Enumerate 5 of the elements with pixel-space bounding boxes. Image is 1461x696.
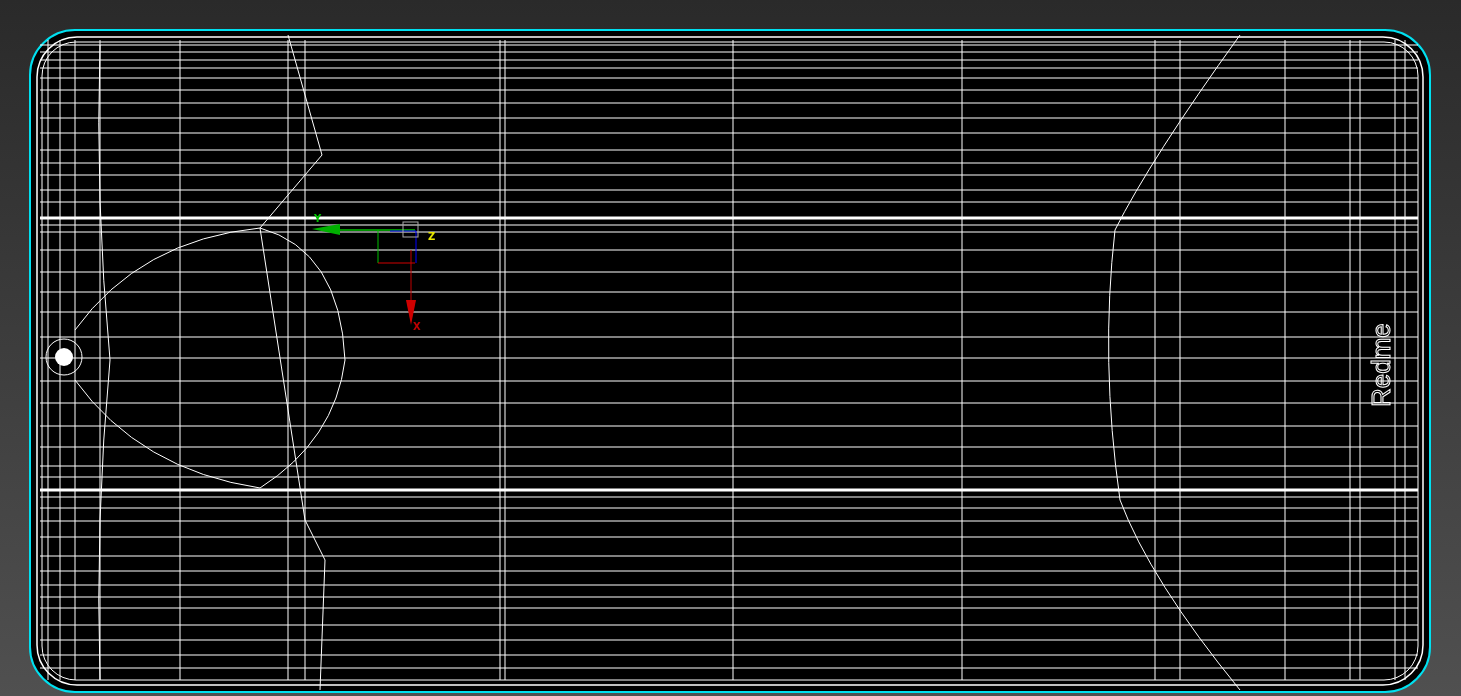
axis-label: X [413, 321, 421, 332]
logo-text: Redme [1366, 323, 1396, 407]
axis-label: Z [428, 231, 436, 242]
axis-label: Y [314, 213, 322, 224]
viewport[interactable]: Y Z X Redme [0, 0, 1461, 696]
